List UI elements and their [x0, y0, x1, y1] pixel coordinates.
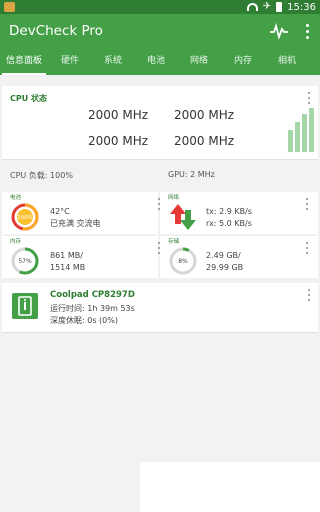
network-tx: tx: 2.9 KB/s — [206, 207, 252, 216]
app-title: DevCheck Pro — [9, 23, 103, 39]
device-deep-sleep: 深度休眠: 0s (0%) — [50, 316, 118, 325]
bottom-white-area — [140, 462, 320, 512]
battery-card[interactable]: 电池 100% 42°C 已充满 交流电 — [2, 192, 160, 234]
tab-battery[interactable]: 电池 — [138, 48, 174, 75]
cpu-load-bars — [288, 108, 314, 152]
device-card[interactable]: Coolpad CP8297D 运行时间: 1h 39m 53s 深度休眠: 0… — [2, 283, 318, 333]
device-uptime: 运行时间: 1h 39m 53s — [50, 304, 135, 313]
cpu-bar — [302, 114, 307, 152]
storage-total: 29.99 GB — [206, 263, 244, 272]
battery-icon — [276, 2, 283, 12]
storage-percent: 8% — [178, 258, 188, 265]
tab-memory[interactable]: 内存 — [225, 48, 261, 75]
cpu-bar — [288, 130, 293, 152]
battery-percent: 100% — [17, 215, 33, 221]
tab-camera[interactable]: 相机 — [269, 48, 305, 75]
tab-bar: 信息面板 硬件 系统 电池 网络 内存 相机 — [0, 48, 320, 75]
memory-used: 861 MB/ — [50, 251, 83, 260]
network-arrows-icon — [170, 204, 196, 230]
device-card-menu-icon[interactable] — [306, 289, 312, 301]
app-bar: DevCheck Pro — [0, 14, 320, 48]
network-card[interactable]: 网络 tx: 2.9 KB/s rx: 5.0 KB/s — [160, 192, 318, 234]
cpu-card-menu-icon[interactable] — [306, 92, 312, 104]
cpu-bar — [295, 122, 300, 152]
cpu-core-freq: 2000 MHz — [174, 108, 235, 122]
cpu-core-freq: 2000 MHz — [174, 134, 235, 148]
network-rx: rx: 5.0 KB/s — [206, 219, 252, 228]
status-bar: ✈ 15:36 — [0, 0, 320, 14]
storage-ring: 8% — [169, 247, 197, 275]
cpu-core-freq: 2000 MHz — [88, 134, 149, 148]
storage-used: 2.49 GB/ — [206, 251, 241, 260]
battery-ring: 100% — [11, 203, 39, 231]
memory-card[interactable]: 内存 57% 861 MB/ 1514 MB — [2, 236, 160, 278]
cpu-status-title: CPU 状态 — [10, 94, 48, 103]
memory-percent: 57% — [18, 258, 32, 265]
tab-system[interactable]: 系统 — [95, 48, 131, 75]
device-icon — [12, 293, 38, 319]
storage-card[interactable]: 存储 8% 2.49 GB/ 29.99 GB — [160, 236, 318, 278]
cpu-status-card[interactable]: CPU 状态 2000 MHz 2000 MHz 2000 MHz 2000 M… — [2, 86, 318, 160]
memory-total: 1514 MB — [50, 263, 86, 272]
storage-card-menu-icon[interactable] — [304, 242, 310, 254]
overflow-menu-icon[interactable] — [300, 22, 314, 40]
tab-hardware[interactable]: 硬件 — [52, 48, 88, 75]
airplane-icon: ✈ — [262, 1, 272, 12]
device-name: Coolpad CP8297D — [50, 290, 135, 300]
network-card-menu-icon[interactable] — [304, 198, 310, 210]
wifi-icon — [246, 3, 258, 11]
battery-temp: 42°C — [50, 207, 70, 216]
memory-ring: 57% — [11, 247, 39, 275]
cpu-bar — [309, 108, 314, 152]
tab-dashboard[interactable]: 信息面板 — [2, 48, 46, 75]
pulse-icon[interactable] — [270, 22, 288, 40]
memory-label: 内存 — [10, 239, 22, 245]
gpu-text: GPU: 2 MHz — [168, 170, 215, 179]
network-label: 网络 — [168, 195, 180, 201]
battery-state: 已充满 交流电 — [50, 219, 101, 228]
status-time: 15:36 — [287, 1, 316, 13]
tab-network[interactable]: 网络 — [181, 48, 217, 75]
cpu-core-freq: 2000 MHz — [88, 108, 149, 122]
battery-label: 电池 — [10, 195, 22, 201]
app-icon — [4, 2, 15, 12]
storage-label: 存储 — [168, 239, 180, 245]
cpu-load-text: CPU 负载: 100% — [10, 171, 73, 180]
